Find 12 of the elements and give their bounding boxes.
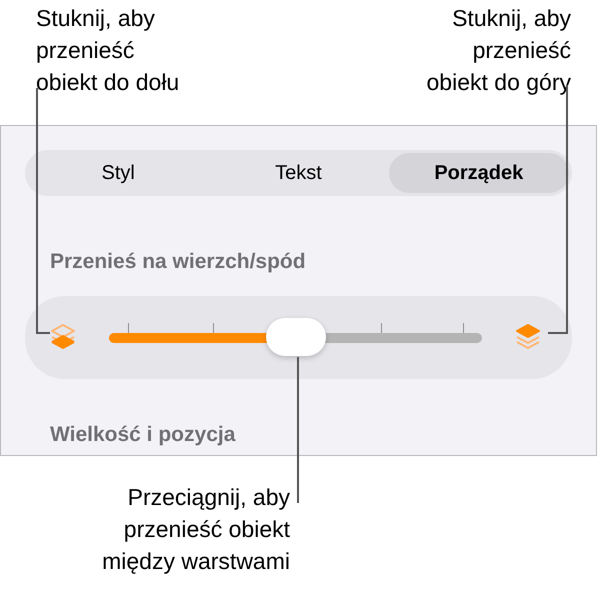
tab[interactable]: Styl (28, 153, 208, 193)
layers-icon[interactable] (514, 322, 542, 352)
layers-icon[interactable] (49, 322, 77, 352)
slider[interactable] (109, 317, 482, 357)
callout-text: Stuknij, aby przenieść obiekt do dołu (36, 4, 180, 97)
tab[interactable]: Tekst (208, 153, 389, 193)
callout-text: Przeciągnij, aby przenieść obiekt między warstwami (102, 483, 290, 576)
callout-text: Stuknij, aby przenieść obiekt do góry (426, 4, 571, 97)
slider-thumb[interactable] (266, 318, 326, 356)
section-title: Przenieś na wierzch/spód (49, 249, 307, 275)
section-title: Wielkość i pozycja (49, 422, 236, 448)
tab[interactable]: Porządek (388, 153, 569, 193)
